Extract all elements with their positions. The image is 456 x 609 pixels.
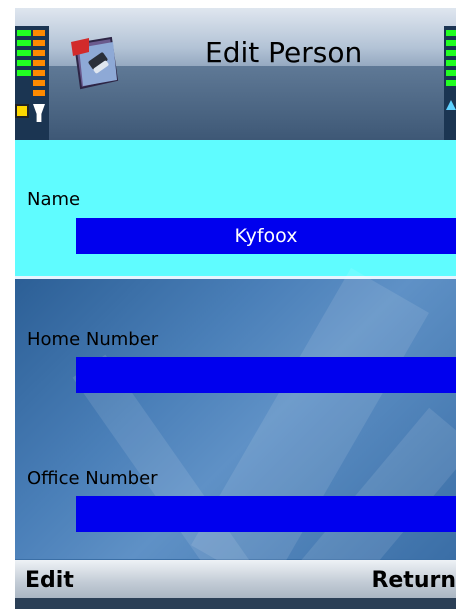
edit-softkey[interactable]: Edit xyxy=(25,568,74,593)
signal-strength-icon xyxy=(15,26,49,140)
home-number-input[interactable] xyxy=(76,357,456,393)
office-number-input[interactable] xyxy=(76,496,456,532)
page-title: Edit Person xyxy=(205,36,363,69)
name-field-row[interactable]: Name Kyfoox xyxy=(15,140,456,276)
return-softkey[interactable]: Return xyxy=(371,568,456,593)
name-label: Name xyxy=(27,189,81,210)
name-input[interactable]: Kyfoox xyxy=(76,218,456,254)
office-number-label: Office Number xyxy=(27,468,158,489)
address-book-icon xyxy=(71,36,119,90)
home-number-label: Home Number xyxy=(27,329,159,350)
battery-icon xyxy=(444,26,456,140)
phone-screen: Edit Person Name Kyfoox Home Number Offi… xyxy=(15,8,456,609)
content-area: Home Number Office Number xyxy=(15,267,456,609)
title-bar: Edit Person xyxy=(15,8,456,140)
